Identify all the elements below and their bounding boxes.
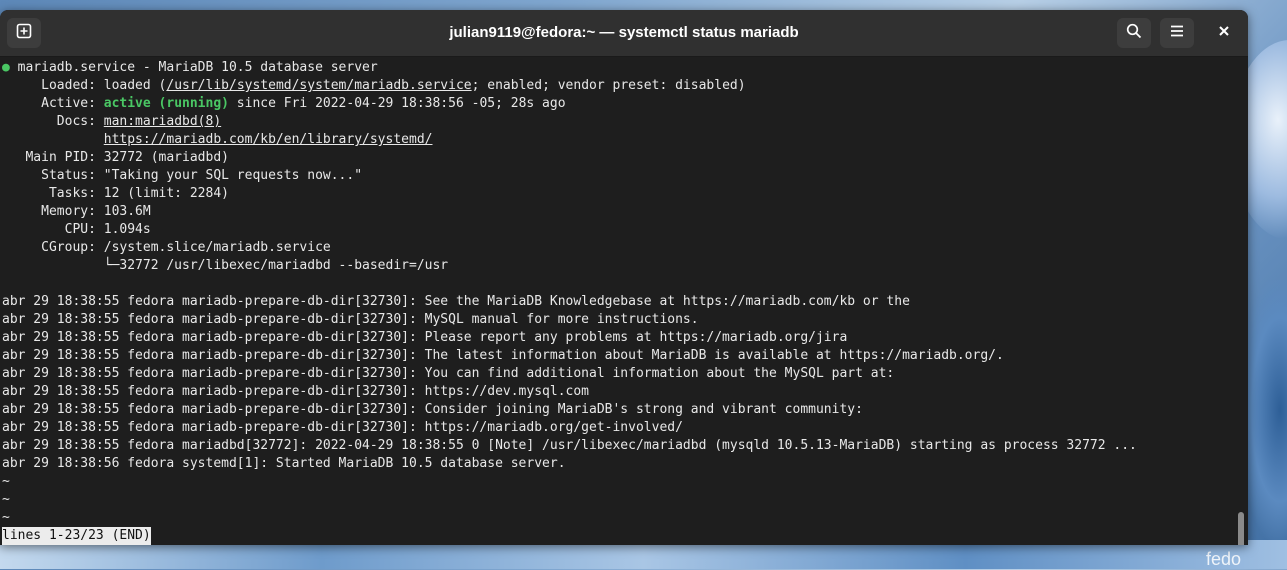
log-line: abr 29 18:38:55 fedora mariadb-prepare-d… [2, 312, 699, 327]
log-line: abr 29 18:38:55 fedora mariadb-prepare-d… [2, 330, 848, 345]
close-button[interactable] [1207, 18, 1241, 48]
hamburger-menu-icon [1169, 23, 1185, 44]
loaded-line: Loaded: loaded (/usr/lib/systemd/system/… [2, 78, 746, 93]
fedora-logo: fedo [1206, 549, 1242, 569]
status-dot: ● [2, 60, 10, 75]
service-header: ● mariadb.service - MariaDB 10.5 databas… [2, 60, 378, 75]
unit-file-path: /usr/lib/systemd/system/mariadb.service [166, 78, 472, 93]
log-line: abr 29 18:38:55 fedora mariadb-prepare-d… [2, 420, 683, 435]
close-icon [1218, 24, 1230, 42]
search-icon [1126, 23, 1142, 44]
pager-status: lines 1-23/23 (END) [2, 527, 151, 545]
docs-link[interactable]: https://mariadb.com/kb/en/library/system… [104, 132, 433, 147]
cgroup-line: CGroup: /system.slice/mariadb.service [2, 240, 331, 255]
pager-tilde: ~ [2, 474, 10, 489]
log-line: abr 29 18:38:55 fedora mariadb-prepare-d… [2, 294, 910, 309]
scrollbar-thumb[interactable] [1238, 512, 1244, 545]
log-line: abr 29 18:38:55 fedora mariadb-prepare-d… [2, 402, 863, 417]
window-title: julian9119@fedora:~ — systemctl status m… [449, 24, 799, 41]
log-line: abr 29 18:38:55 fedora mariadbd[32772]: … [2, 438, 1137, 453]
active-line: Active: active (running) since Fri 2022-… [2, 96, 566, 111]
docs-line: https://mariadb.com/kb/en/library/system… [2, 131, 433, 149]
log-line: abr 29 18:38:56 fedora systemd[1]: Start… [2, 456, 566, 471]
log-line: abr 29 18:38:55 fedora mariadb-prepare-d… [2, 384, 589, 399]
active-status: active (running) [103, 96, 229, 111]
status-line: Status: "Taking your SQL requests now...… [2, 168, 363, 183]
title-bar: julian9119@fedora:~ — systemctl status m… [0, 10, 1248, 57]
menu-button[interactable] [1160, 18, 1194, 48]
docs-line: Docs: man:mariadbd(8) [2, 114, 222, 129]
log-line: abr 29 18:38:55 fedora mariadb-prepare-d… [2, 366, 895, 381]
pager-tilde: ~ [2, 492, 10, 507]
memory-line: Memory: 103.6M [2, 204, 151, 219]
scrollbar[interactable] [1236, 58, 1248, 545]
search-button[interactable] [1117, 18, 1151, 48]
terminal-output[interactable]: ● mariadb.service - MariaDB 10.5 databas… [0, 58, 1236, 545]
cgroup-child-line: └─32772 /usr/libexec/mariadbd --basedir=… [2, 258, 449, 273]
docs-link[interactable]: man:mariadbd(8) [104, 114, 221, 129]
terminal-window: julian9119@fedora:~ — systemctl status m… [0, 10, 1248, 545]
pager-tilde: ~ [2, 510, 10, 525]
tasks-line: Tasks: 12 (limit: 2284) [2, 186, 229, 201]
log-line: abr 29 18:38:55 fedora mariadb-prepare-d… [2, 348, 1004, 363]
cpu-line: CPU: 1.094s [2, 222, 151, 237]
main-pid-line: Main PID: 32772 (mariadbd) [2, 150, 229, 165]
